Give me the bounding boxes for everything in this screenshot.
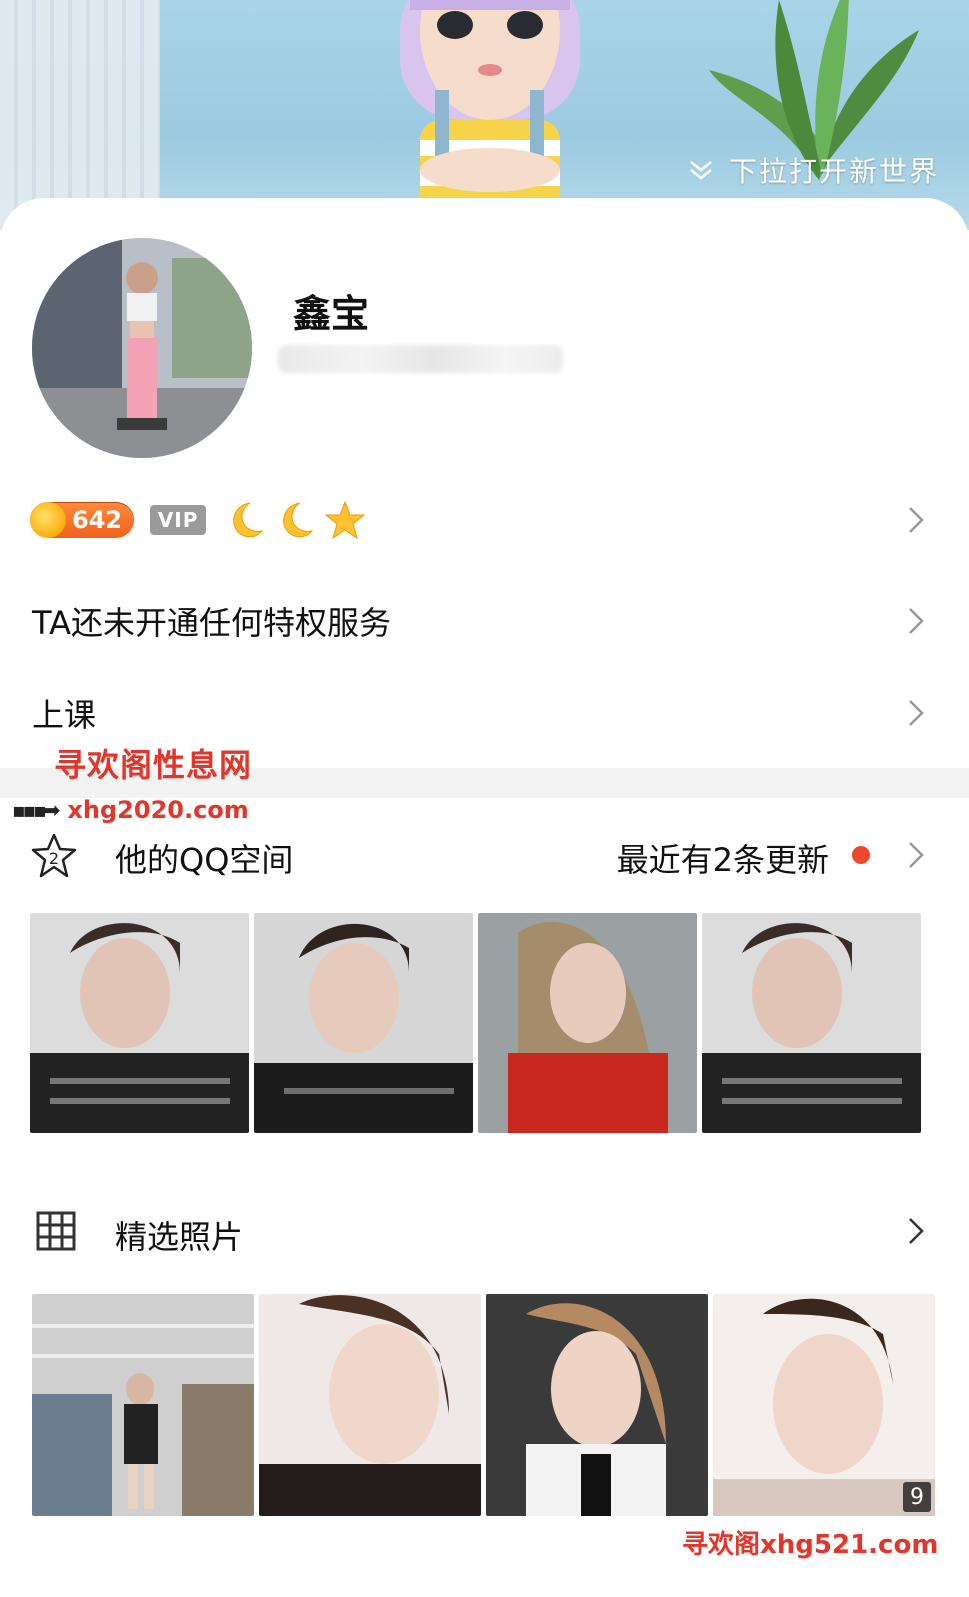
pull-down-hint[interactable]: 下拉打开新世界 (687, 150, 939, 190)
coin-badge: 642 (30, 502, 135, 538)
status-row[interactable]: 上课 (0, 678, 969, 748)
coin-icon (30, 502, 66, 538)
coin-count: 642 (72, 506, 123, 534)
featured-photo[interactable] (32, 1294, 254, 1516)
chevron-right-icon (905, 503, 927, 537)
qzone-title: 他的QQ空间 (115, 841, 294, 879)
moon-icon (233, 502, 264, 538)
vip-badge: VIP (150, 505, 207, 535)
chevron-right-icon (905, 696, 927, 730)
profile-id-blurred (278, 345, 563, 373)
qzone-update-text: 最近有2条更新 (616, 841, 829, 879)
featured-photo[interactable] (486, 1294, 708, 1516)
featured-photo[interactable]: 9 (713, 1294, 935, 1516)
qzone-star-icon: 2 (31, 833, 77, 878)
chevron-right-icon (905, 604, 927, 638)
chevron-right-icon (905, 1214, 927, 1248)
svg-text:2: 2 (49, 849, 59, 868)
banner-wall-panel (0, 0, 160, 230)
featured-photo[interactable] (259, 1294, 481, 1516)
star-icon (324, 500, 366, 540)
status-label: 上课 (32, 696, 97, 734)
privilege-row[interactable]: TA还未开通任何特权服务 (0, 586, 969, 656)
update-indicator-dot (852, 846, 870, 864)
profile-name: 鑫宝 (293, 292, 370, 336)
qzone-photo[interactable] (30, 913, 249, 1133)
level-badges: 642 VIP (30, 498, 374, 542)
avatar[interactable] (32, 238, 252, 458)
banner-character-image (400, 0, 580, 230)
header-banner[interactable]: 下拉打开新世界 (0, 0, 969, 230)
pull-hint-label: 下拉打开新世界 (728, 155, 939, 188)
qzone-photo[interactable] (478, 913, 697, 1133)
avatar-image (32, 238, 252, 458)
moon-icon (283, 502, 314, 538)
more-photos-count: 9 (903, 1482, 931, 1512)
grid-icon (36, 1211, 76, 1251)
qzone-photo[interactable] (254, 913, 473, 1133)
watermark-title: 寻欢阁性息网 (54, 746, 253, 784)
qzone-photo-grid (30, 913, 921, 1133)
featured-photos-title: 精选照片 (115, 1218, 244, 1256)
arrow-icon: ▪▪▪➡ (12, 798, 60, 822)
qzone-photo[interactable] (702, 913, 921, 1133)
featured-photo-grid: 9 (32, 1294, 935, 1516)
watermark-bottom: 寻欢阁xhg521.com (682, 1530, 939, 1560)
chevron-right-icon (905, 838, 927, 872)
privilege-label: TA还未开通任何特权服务 (32, 604, 391, 642)
chevron-down-icon (690, 161, 712, 180)
